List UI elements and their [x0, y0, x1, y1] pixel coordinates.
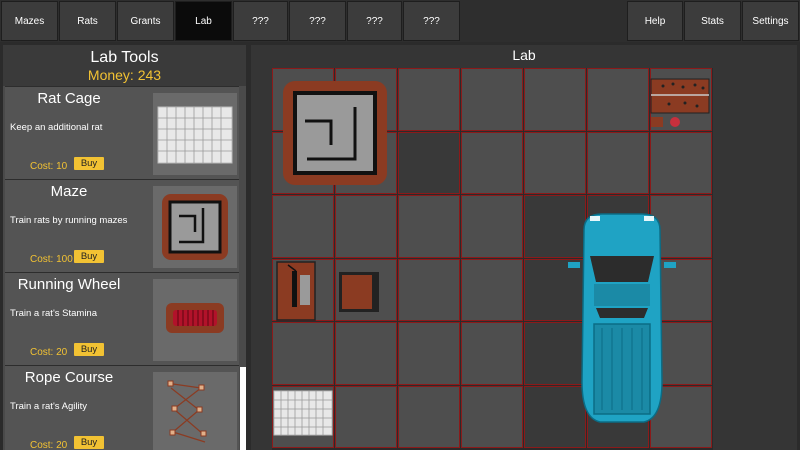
lab-grid-cell[interactable] — [461, 322, 523, 385]
buy-running-wheel-button[interactable]: Buy — [74, 343, 104, 356]
tool-name: Maze — [50, 183, 88, 200]
tab-help[interactable]: Help — [627, 1, 683, 41]
lab-grid-cell[interactable] — [461, 195, 523, 258]
tool-description: Train a rat's Agility — [10, 401, 87, 412]
buy-rope-course-button[interactable]: Buy — [74, 436, 104, 449]
lab-grid-cell[interactable] — [272, 322, 334, 385]
lab-grid-cell[interactable] — [587, 68, 649, 131]
lab-grid-cell[interactable] — [398, 385, 460, 448]
placed-crate[interactable] — [338, 271, 380, 313]
tool-description: Keep an additional rat — [10, 122, 103, 133]
tab-settings[interactable]: Settings — [742, 1, 799, 41]
top-nav: Mazes Rats Grants Lab ??? ??? ??? ??? He… — [0, 0, 800, 42]
lab-grid-cell[interactable] — [272, 195, 334, 258]
tab-mazes[interactable]: Mazes — [1, 1, 58, 41]
lab-tools-panel[interactable]: Lab Tools Money: 243 Rat Cage Keep an ad… — [3, 45, 246, 450]
tab-grants[interactable]: Grants — [117, 1, 174, 41]
rat-cage-icon — [157, 106, 233, 164]
tool-description: Train a rat's Stamina — [10, 308, 97, 319]
tool-name: Rat Cage — [37, 90, 101, 107]
lab-grid-cell[interactable] — [398, 258, 460, 321]
tool-cost: Cost: 100 — [30, 254, 73, 265]
tab-locked-2[interactable]: ??? — [289, 1, 346, 41]
placed-maze[interactable] — [281, 79, 391, 189]
pickup-truck[interactable] — [568, 212, 676, 427]
left-mirror — [568, 262, 580, 268]
tab-stats[interactable]: Stats — [684, 1, 741, 41]
running-wheel-thumbnail — [153, 279, 237, 361]
lab-grid-cell[interactable] — [398, 68, 460, 131]
rat-cage-thumbnail — [153, 93, 237, 175]
lab-title: Lab — [512, 47, 536, 63]
lab-grid-cell[interactable] — [461, 131, 523, 194]
tool-cost: Cost: 20 — [30, 440, 68, 450]
tool-description: Train rats by running mazes — [10, 215, 128, 226]
tool-cost: Cost: 10 — [30, 161, 68, 172]
lab-grid-cell[interactable] — [398, 322, 460, 385]
lab-grid-cell[interactable] — [524, 131, 586, 194]
tool-card-maze: Maze Train rats by running mazes Cost: 1… — [5, 179, 239, 272]
tool-card-rat-cage: Rat Cage Keep an additional rat Cost: 10… — [5, 86, 239, 179]
tab-locked-1[interactable]: ??? — [233, 1, 288, 41]
maze-icon — [162, 194, 228, 260]
lab-grid-cell[interactable] — [335, 322, 397, 385]
tab-locked-3[interactable]: ??? — [347, 1, 402, 41]
flask-icon — [670, 117, 680, 127]
lab-grid-cell[interactable] — [461, 68, 523, 131]
lab-grid-cell[interactable] — [398, 131, 460, 194]
tool-card-running-wheel: Running Wheel Train a rat's Stamina Cost… — [5, 272, 239, 365]
placed-rat-cage[interactable] — [273, 390, 335, 438]
tab-locked-4[interactable]: ??? — [403, 1, 460, 41]
tool-name: Running Wheel — [17, 276, 121, 293]
tool-name: Rope Course — [24, 369, 114, 386]
right-mirror — [664, 262, 676, 268]
rope-course-icon — [167, 380, 207, 443]
tab-rats[interactable]: Rats — [59, 1, 116, 41]
lab-tools-title: Lab Tools — [90, 49, 159, 66]
placed-computer-desk[interactable] — [276, 261, 318, 321]
lab-grid-cell[interactable] — [335, 195, 397, 258]
lab-grid-cell[interactable] — [524, 68, 586, 131]
tool-cost: Cost: 20 — [30, 347, 68, 358]
lab-grid-cell[interactable] — [335, 385, 397, 448]
lab-grid-cell[interactable] — [461, 258, 523, 321]
placed-lab-bench[interactable] — [649, 77, 713, 133]
lab-grid-cell[interactable] — [650, 131, 712, 194]
tool-card-rope-course: Rope Course Train a rat's Agility Cost: … — [5, 365, 239, 450]
lab-grid-cell[interactable] — [587, 131, 649, 194]
money-display: Money: 243 — [87, 67, 162, 83]
lab-grid-cell[interactable] — [398, 195, 460, 258]
tools-scrollbar[interactable] — [240, 367, 246, 450]
buy-rat-cage-button[interactable]: Buy — [74, 157, 104, 170]
running-wheel-icon — [166, 303, 224, 333]
buy-maze-button[interactable]: Buy — [74, 250, 104, 263]
lab-grid-cell[interactable] — [461, 385, 523, 448]
lab-tools-header: Lab Tools Money: 243 — [3, 45, 246, 86]
lab-panel: Lab — [251, 45, 797, 450]
tab-lab[interactable]: Lab — [175, 1, 232, 41]
maze-thumbnail — [153, 186, 237, 268]
rope-course-thumbnail — [153, 372, 237, 450]
